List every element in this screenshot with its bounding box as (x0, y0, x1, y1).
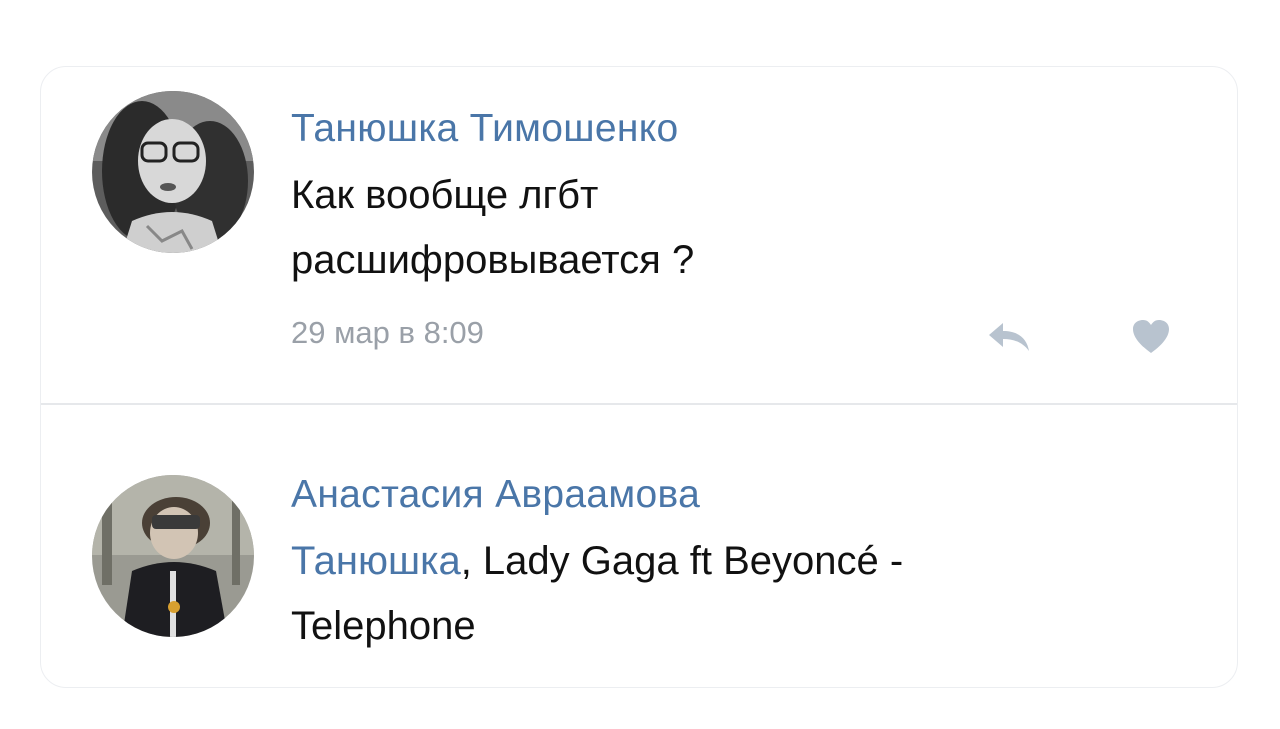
comment-author[interactable]: Анастасия Авраамова (291, 473, 700, 517)
comment-text-line: Telephone (291, 604, 476, 648)
comment-text: Танюшка, Lady Gaga ft Beyoncé - Telephon… (291, 529, 1171, 659)
comment-text-line: Как вообще лгбт (291, 173, 599, 217)
reply-icon[interactable] (985, 319, 1033, 360)
comment-text: Как вообще лгбт расшифровывается ? (291, 163, 1171, 293)
avatar[interactable] (92, 475, 254, 637)
mention-link[interactable]: Танюшка (291, 539, 461, 583)
comment: Танюшка Тимошенко Как вообще лгбт расшиф… (41, 67, 1237, 405)
avatar[interactable] (92, 91, 254, 253)
comment-author[interactable]: Танюшка Тимошенко (291, 107, 678, 151)
comment-text-line: Танюшка, Lady Gaga ft Beyoncé - (291, 529, 1171, 594)
comment-date[interactable]: 29 мар в 8:09 (291, 315, 484, 351)
comments-card: Танюшка Тимошенко Как вообще лгбт расшиф… (40, 66, 1238, 688)
like-heart-icon[interactable] (1131, 319, 1171, 360)
comment-text-fragment: , Lady Gaga ft Beyoncé - (460, 539, 904, 583)
comment: Анастасия Авраамова Танюшка, Lady Gaga f… (41, 405, 1237, 687)
comment-text-line: расшифровывается ? (291, 238, 695, 282)
